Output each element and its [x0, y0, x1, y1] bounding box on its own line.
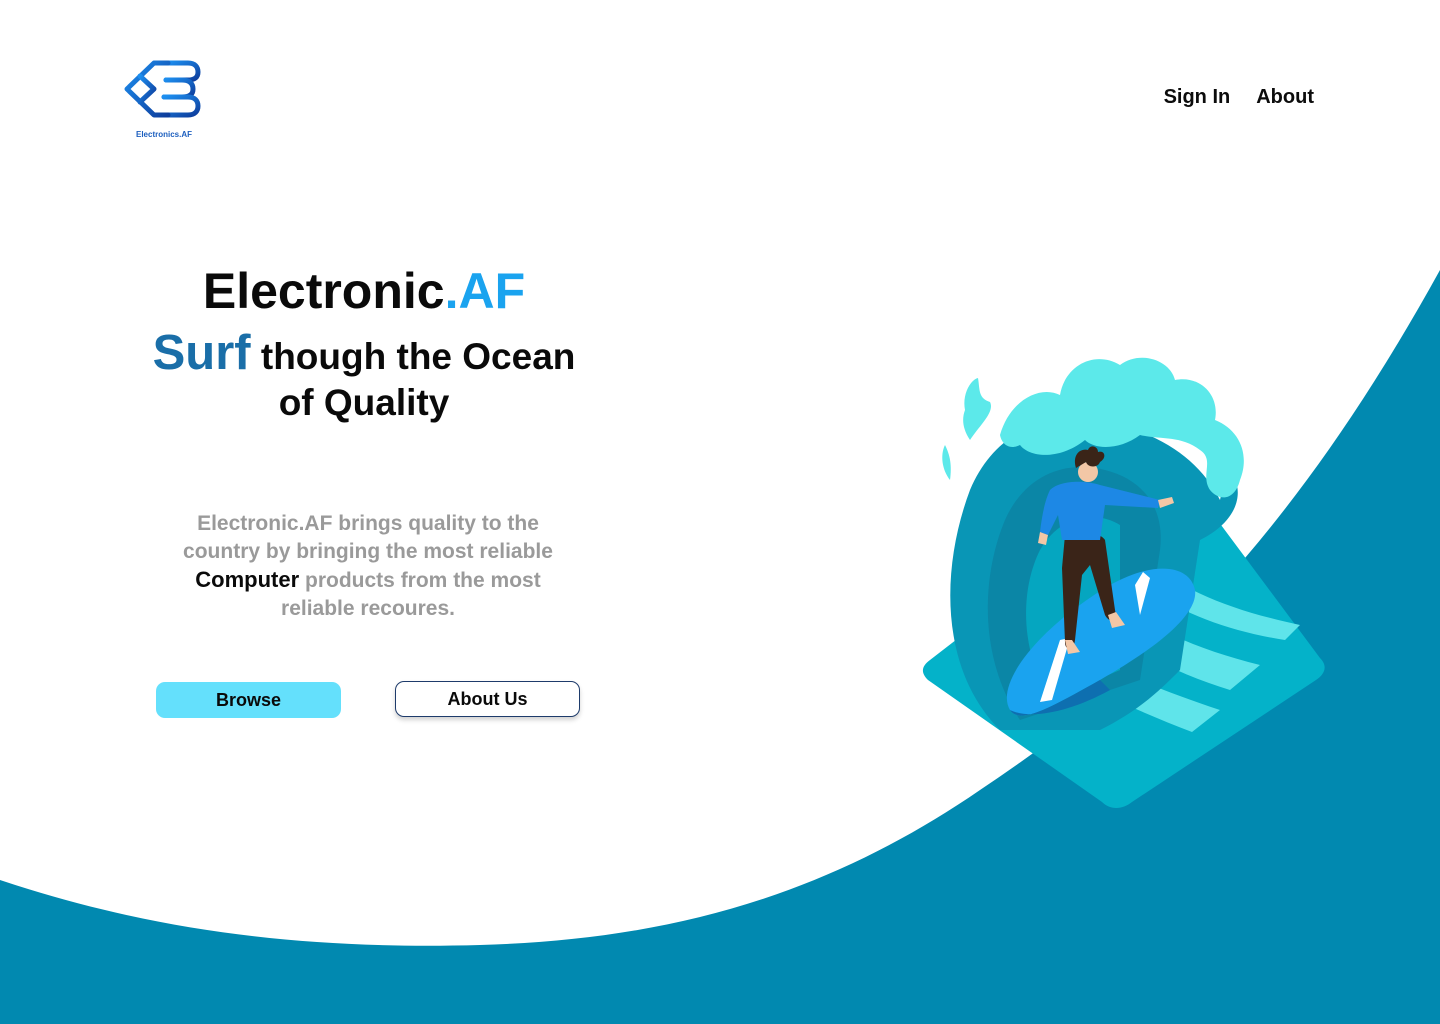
description-part1: Electronic.AF brings quality to the coun…: [183, 512, 553, 563]
logo-text: Electronics.AF: [135, 130, 192, 139]
hero-title-main: Electronic: [202, 263, 445, 319]
about-us-button[interactable]: About Us: [395, 681, 580, 717]
sign-in-link[interactable]: Sign In: [1164, 86, 1231, 109]
brand-logo[interactable]: Electronics.AF: [118, 56, 204, 146]
top-nav: Sign In About: [1164, 86, 1314, 109]
hero-description: Electronic.AF brings quality to the coun…: [160, 510, 576, 623]
about-link[interactable]: About: [1256, 86, 1314, 109]
landing-page: Electronics.AF Sign In About Electronic.…: [0, 0, 1440, 1024]
hero-title: Electronic.AF: [140, 262, 588, 320]
hero-title-accent: .AF: [444, 263, 526, 319]
tagline-line1: though the Ocean: [250, 336, 576, 377]
surfer-wave-illustration: [922, 357, 1325, 808]
browse-button[interactable]: Browse: [156, 682, 341, 718]
tagline-line2: of Quality: [278, 382, 450, 423]
description-strong: Computer: [195, 567, 300, 592]
hero-tagline: Surf though the Ocean of Quality: [120, 329, 608, 426]
tagline-highlight: Surf: [152, 326, 251, 380]
logo-icon: [124, 60, 201, 118]
description-part2: products from the most reliable recoures…: [281, 569, 541, 620]
